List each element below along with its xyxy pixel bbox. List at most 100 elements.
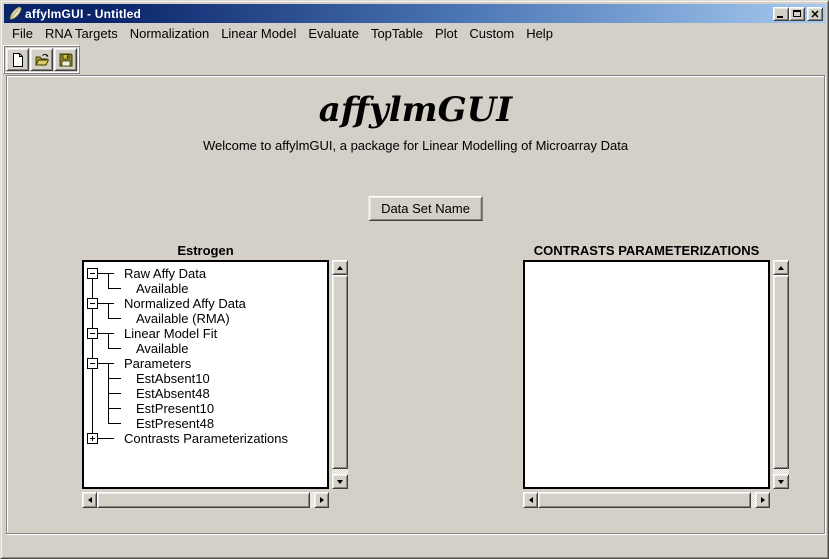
tree-connector-line bbox=[98, 333, 114, 334]
tree-connector-line bbox=[98, 273, 114, 274]
scroll-left-button[interactable] bbox=[523, 492, 538, 508]
titlebar[interactable]: affylmGUI - Untitled bbox=[4, 4, 825, 23]
scrollbar-thumb[interactable] bbox=[97, 492, 310, 508]
data-set-name-button[interactable]: Data Set Name bbox=[368, 196, 483, 221]
tree-node-estabsent10[interactable]: EstAbsent10 bbox=[136, 371, 210, 386]
tree-connector-line bbox=[108, 303, 109, 318]
tree-node-available[interactable]: Available bbox=[136, 281, 189, 296]
tree-node-linear-model-fit[interactable]: Linear Model Fit bbox=[124, 326, 217, 341]
tree-connector-line bbox=[108, 408, 121, 409]
window-title: affylmGUI - Untitled bbox=[25, 7, 773, 21]
menu-toptable[interactable]: TopTable bbox=[366, 24, 428, 43]
scrollbar-thumb[interactable] bbox=[538, 492, 751, 508]
scroll-up-button[interactable] bbox=[332, 260, 348, 275]
scroll-right-button[interactable] bbox=[755, 492, 770, 508]
tree-expander-minus-icon[interactable] bbox=[87, 358, 98, 369]
close-button[interactable] bbox=[807, 7, 823, 21]
scrollbar-thumb[interactable] bbox=[332, 275, 348, 469]
tree-connector-line bbox=[108, 378, 121, 379]
scrollbar-trough[interactable] bbox=[332, 275, 348, 474]
app-window: affylmGUI - Untitled FileRNA TargetsNorm… bbox=[0, 0, 829, 559]
open-file-button[interactable] bbox=[30, 48, 53, 71]
new-file-button[interactable] bbox=[6, 48, 29, 71]
scrollbar-trough[interactable] bbox=[773, 275, 789, 474]
tree-connector-line bbox=[108, 333, 109, 348]
open-folder-icon bbox=[34, 52, 50, 68]
estrogen-tree-widget: Raw Affy DataAvailableNormalized Affy Da… bbox=[82, 260, 348, 508]
menubar: FileRNA TargetsNormalizationLinear Model… bbox=[4, 23, 825, 43]
tree-node-estpresent48[interactable]: EstPresent48 bbox=[136, 416, 214, 431]
tree-expander-minus-icon[interactable] bbox=[87, 298, 98, 309]
arrow-down-icon bbox=[337, 480, 343, 487]
left-horizontal-scrollbar[interactable] bbox=[82, 492, 329, 508]
tree-node-normalized-affy-data[interactable]: Normalized Affy Data bbox=[124, 296, 246, 311]
scrollbar-trough[interactable] bbox=[538, 492, 755, 508]
tree-node-estpresent10[interactable]: EstPresent10 bbox=[136, 401, 214, 416]
scrollbar-corner bbox=[332, 492, 348, 508]
menu-evaluate[interactable]: Evaluate bbox=[303, 24, 364, 43]
contrasts-list-canvas[interactable] bbox=[523, 260, 770, 489]
main-content-frame: affylmGUI Welcome to affylmGUI, a packag… bbox=[6, 75, 825, 534]
tree-node-parameters[interactable]: Parameters bbox=[124, 356, 191, 371]
tree-connector-line bbox=[108, 348, 121, 349]
close-icon bbox=[811, 10, 819, 18]
tree-connector-line bbox=[108, 273, 109, 288]
estrogen-tree-canvas[interactable]: Raw Affy DataAvailableNormalized Affy Da… bbox=[82, 260, 329, 489]
scrollbar-trough[interactable] bbox=[97, 492, 314, 508]
tree-connector-line bbox=[108, 423, 121, 424]
tree-node-raw-affy-data[interactable]: Raw Affy Data bbox=[124, 266, 206, 281]
scroll-right-button[interactable] bbox=[314, 492, 329, 508]
menu-plot[interactable]: Plot bbox=[430, 24, 462, 43]
new-document-icon bbox=[10, 52, 26, 68]
tree-connector-line bbox=[98, 363, 114, 364]
arrow-up-icon bbox=[778, 263, 784, 270]
welcome-text: Welcome to affylmGUI, a package for Line… bbox=[7, 138, 824, 153]
toolbar bbox=[3, 45, 80, 74]
left-vertical-scrollbar[interactable] bbox=[332, 260, 348, 489]
arrow-left-icon bbox=[526, 497, 533, 503]
arrow-up-icon bbox=[337, 263, 343, 270]
right-vertical-scrollbar[interactable] bbox=[773, 260, 789, 489]
app-heading: affylmGUI bbox=[7, 90, 824, 130]
menu-rna-targets[interactable]: RNA Targets bbox=[40, 24, 123, 43]
maximize-icon bbox=[793, 10, 801, 17]
scroll-left-button[interactable] bbox=[82, 492, 97, 508]
minimize-button[interactable] bbox=[773, 7, 789, 21]
tree-connector-line bbox=[98, 438, 114, 439]
tree-connector-line bbox=[98, 303, 114, 304]
arrow-down-icon bbox=[778, 480, 784, 487]
tree-node-available-rma-[interactable]: Available (RMA) bbox=[136, 311, 230, 326]
arrow-right-icon bbox=[320, 497, 327, 503]
save-file-button[interactable] bbox=[54, 48, 77, 71]
tree-expander-minus-icon[interactable] bbox=[87, 328, 98, 339]
tree-connector-line bbox=[108, 318, 121, 319]
scroll-down-button[interactable] bbox=[773, 474, 789, 489]
tree-connector-line bbox=[108, 393, 121, 394]
tree-expander-plus-icon[interactable] bbox=[87, 433, 98, 444]
menu-help[interactable]: Help bbox=[521, 24, 558, 43]
arrow-left-icon bbox=[85, 497, 92, 503]
right-horizontal-scrollbar[interactable] bbox=[523, 492, 770, 508]
right-panel-title: CONTRASTS PARAMETERIZATIONS bbox=[523, 243, 770, 258]
contrasts-list-widget bbox=[523, 260, 789, 508]
scrollbar-thumb[interactable] bbox=[773, 275, 789, 469]
tree-node-estabsent48[interactable]: EstAbsent48 bbox=[136, 386, 210, 401]
menu-linear-model[interactable]: Linear Model bbox=[216, 24, 301, 43]
scroll-up-button[interactable] bbox=[773, 260, 789, 275]
scroll-down-button[interactable] bbox=[332, 474, 348, 489]
maximize-button[interactable] bbox=[789, 7, 805, 21]
tree-node-available[interactable]: Available bbox=[136, 341, 189, 356]
app-feather-icon bbox=[7, 6, 22, 21]
tree-node-contrasts-parameterizations[interactable]: Contrasts Parameterizations bbox=[124, 431, 288, 446]
menu-normalization[interactable]: Normalization bbox=[125, 24, 214, 43]
left-panel-title: Estrogen bbox=[82, 243, 329, 258]
tree-connector-line bbox=[108, 288, 121, 289]
arrow-right-icon bbox=[761, 497, 768, 503]
scrollbar-corner bbox=[773, 492, 789, 508]
menu-custom[interactable]: Custom bbox=[464, 24, 519, 43]
window-controls bbox=[773, 7, 823, 21]
minimize-icon bbox=[777, 16, 783, 18]
tree-expander-minus-icon[interactable] bbox=[87, 268, 98, 279]
save-floppy-icon bbox=[58, 52, 74, 68]
menu-file[interactable]: File bbox=[7, 24, 38, 43]
